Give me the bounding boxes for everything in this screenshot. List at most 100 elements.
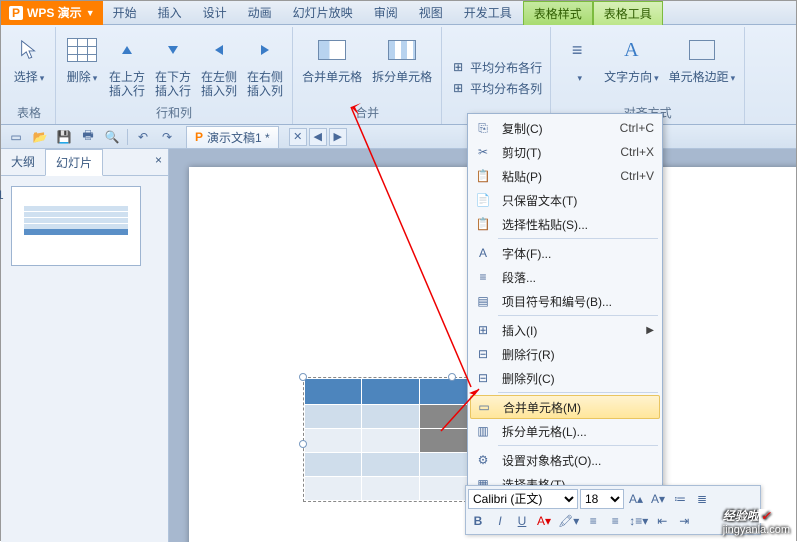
group-label-merge: 合并 [355, 102, 379, 124]
menu-separator [498, 445, 658, 446]
menu-item-font[interactable]: A字体(F)... [470, 241, 660, 265]
text-direction-icon: A [614, 33, 648, 67]
tab-start[interactable]: 开始 [103, 1, 148, 25]
qat-save-icon[interactable]: 💾 [53, 127, 75, 147]
italic-button[interactable]: I [490, 511, 510, 531]
tab-view[interactable]: 视图 [409, 1, 454, 25]
ribbon-tabs: 开始 插入 设计 动画 幻灯片放映 审阅 视图 开发工具 表格样式 表格工具 [103, 1, 663, 25]
bullets-icon: ▤ [472, 291, 494, 311]
resize-handle[interactable] [299, 373, 307, 381]
bullets-button[interactable]: ≔ [670, 489, 690, 509]
align-left-button[interactable]: ≡ [583, 511, 603, 531]
split-icon: ▥ [472, 421, 494, 441]
tab-insert[interactable]: 插入 [148, 1, 193, 25]
slides-tab[interactable]: 幻灯片 [45, 149, 103, 176]
font-size-select[interactable]: 18 [580, 489, 624, 509]
menu-item-merge[interactable]: ▭合并单元格(M) [470, 395, 660, 419]
context-menu: ⎘复制(C)Ctrl+C✂剪切(T)Ctrl+X📋粘贴(P)Ctrl+V📄只保留… [467, 113, 663, 499]
menu-item-paste[interactable]: 📋粘贴(P)Ctrl+V [470, 164, 660, 188]
tab-review[interactable]: 审阅 [364, 1, 409, 25]
paste-special-icon: 📋 [472, 214, 494, 234]
ribbon-group-rows-cols: 删除 在上方 插入行 在下方 插入行 在左侧 插入列 在右侧 插入列 行和列 [56, 27, 293, 124]
doc-icon: P [195, 130, 203, 144]
mini-toolbar: Calibri (正文) 18 A▴ A▾ ≔ ≣ B I U A▾ 🖍▾ ≡ … [465, 485, 761, 535]
menu-item-para[interactable]: ≡段落... [470, 265, 660, 289]
app-badge: P WPS 演示 ▼ [1, 1, 103, 25]
tab-design[interactable]: 设计 [193, 1, 238, 25]
font-name-select[interactable]: Calibri (正文) [468, 489, 578, 509]
ribbon-group-merge: 合并单元格 拆分单元格 合并 [293, 27, 442, 124]
tab-dev[interactable]: 开发工具 [454, 1, 523, 25]
menu-item-paste-text[interactable]: 📄只保留文本(T) [470, 188, 660, 212]
outdent-button[interactable]: ⇤ [652, 511, 672, 531]
watermark: 经验啦✓ jingyanla.com [723, 507, 790, 536]
shrink-font-button[interactable]: A▾ [648, 489, 668, 509]
align-center-button[interactable]: ≡ [605, 511, 625, 531]
ribbon-group-table: 选择 表格 [3, 27, 56, 124]
delete-button[interactable]: 删除 [62, 31, 102, 86]
tab-next-button[interactable]: ▶ [329, 128, 347, 146]
del-col-icon: ⊟ [472, 368, 494, 388]
menu-item-del-row[interactable]: ⊟删除行(R) [470, 342, 660, 366]
tab-prev-button[interactable]: ◀ [309, 128, 327, 146]
highlight-button[interactable]: 🖍▾ [556, 511, 581, 531]
line-spacing-button[interactable]: ↕≡▾ [627, 511, 650, 531]
qat-undo-icon[interactable]: ↶ [132, 127, 154, 147]
grow-font-button[interactable]: A▴ [626, 489, 646, 509]
menu-item-copy[interactable]: ⎘复制(C)Ctrl+C [470, 116, 660, 140]
insert-row-above-button[interactable]: 在上方 插入行 [106, 31, 148, 101]
menu-item-bullets[interactable]: ▤项目符号和编号(B)... [470, 289, 660, 313]
del-row-icon: ⊟ [472, 344, 494, 364]
numbering-button[interactable]: ≣ [692, 489, 712, 509]
tab-slideshow[interactable]: 幻灯片放映 [283, 1, 364, 25]
outline-tab[interactable]: 大纲 [1, 149, 45, 175]
separator [127, 129, 128, 145]
resize-handle[interactable] [448, 373, 456, 381]
merge-cells-button[interactable]: 合并单元格 [299, 31, 365, 86]
document-tab[interactable]: P 演示文稿1 * [186, 126, 279, 148]
insert-row-below-button[interactable]: 在下方 插入行 [152, 31, 194, 101]
bold-button[interactable]: B [468, 511, 488, 531]
menu-item-format[interactable]: ⚙设置对象格式(O)... [470, 448, 660, 472]
slide-thumbnail-1[interactable] [11, 186, 141, 266]
thumb-table-icon [24, 205, 128, 235]
split-cells-button[interactable]: 拆分单元格 [369, 31, 435, 86]
cell-margin-button[interactable]: 单元格边距 [666, 31, 739, 86]
ribbon-group-distribute: ⊞ 平均分布各行 ⊞ 平均分布各列 [442, 27, 551, 124]
distribute-rows-icon: ⊞ [450, 59, 466, 75]
distribute-cols-button[interactable]: ⊞ 平均分布各列 [448, 79, 544, 98]
tab-close-button[interactable]: ✕ [289, 128, 307, 146]
select-button[interactable]: 选择 [9, 31, 49, 86]
resize-handle[interactable] [299, 440, 307, 448]
insert-col-right-button[interactable]: 在右侧 插入列 [244, 31, 286, 101]
menu-item-split[interactable]: ▥拆分单元格(L)... [470, 419, 660, 443]
menu-separator [498, 315, 658, 316]
qat-redo-icon[interactable]: ↷ [156, 127, 178, 147]
menu-item-insert[interactable]: ⊞插入(I)▶ [470, 318, 660, 342]
app-name: WPS 演示 [27, 4, 82, 21]
cut-icon: ✂ [472, 142, 494, 162]
qat-print-icon[interactable]: 🖶 [77, 127, 99, 147]
insert-col-left-button[interactable]: 在左侧 插入列 [198, 31, 240, 101]
app-menu-caret[interactable]: ▼ [86, 8, 95, 18]
tab-anim[interactable]: 动画 [238, 1, 283, 25]
distribute-rows-button[interactable]: ⊞ 平均分布各行 [448, 58, 544, 77]
menu-item-paste-special[interactable]: 📋选择性粘贴(S)... [470, 212, 660, 236]
merge-icon: ▭ [473, 397, 495, 417]
underline-button[interactable]: U [512, 511, 532, 531]
align-icon: ≡ [560, 33, 594, 67]
qat-open-icon[interactable]: 📂 [29, 127, 51, 147]
menu-item-del-col[interactable]: ⊟删除列(C) [470, 366, 660, 390]
align-button[interactable]: ≡ [557, 31, 597, 86]
qat-new-icon[interactable]: ▭ [5, 127, 27, 147]
tab-table-tools[interactable]: 表格工具 [593, 1, 663, 25]
cell-margin-icon [685, 33, 719, 67]
panel-close-icon[interactable]: × [149, 149, 168, 175]
qat-preview-icon[interactable]: 🔍 [101, 127, 123, 147]
tab-table-style[interactable]: 表格样式 [523, 1, 593, 25]
font-color-button[interactable]: A▾ [534, 511, 554, 531]
indent-button[interactable]: ⇥ [674, 511, 694, 531]
menu-item-cut[interactable]: ✂剪切(T)Ctrl+X [470, 140, 660, 164]
text-direction-button[interactable]: A 文字方向 [601, 31, 662, 86]
para-icon: ≡ [472, 267, 494, 287]
